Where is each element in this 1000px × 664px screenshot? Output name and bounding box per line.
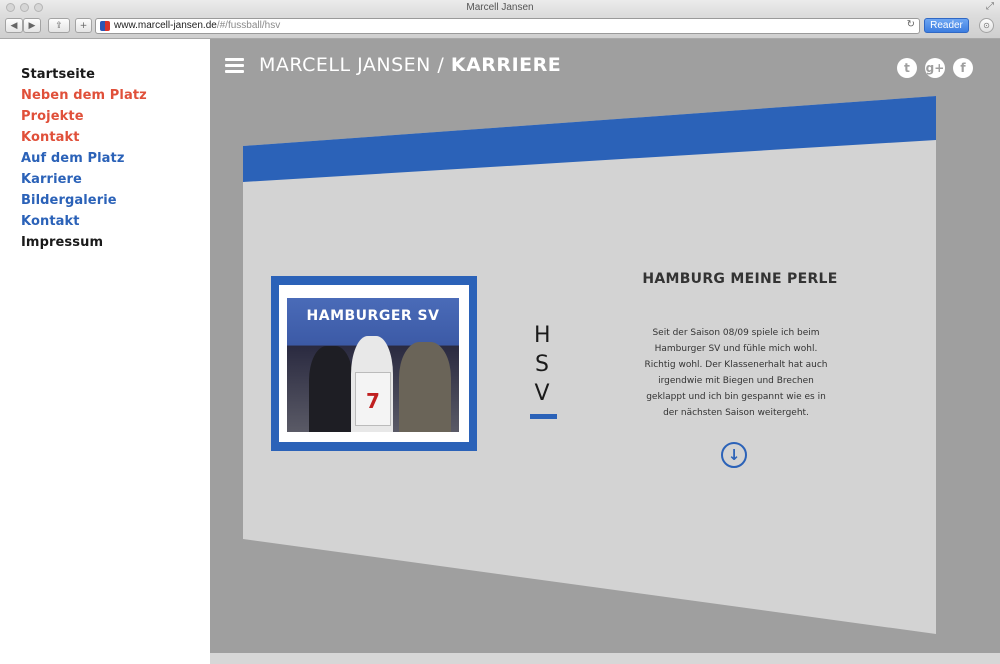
sidebar-item-bildergalerie[interactable]: Bildergalerie — [21, 190, 147, 211]
player-photo: HAMBURGER SV 7 — [287, 298, 459, 432]
sidebar-item-kontakt-sport[interactable]: Kontakt — [21, 211, 147, 232]
forward-arrow-icon: ▶ — [28, 20, 36, 31]
photo-banner-text: HAMBURGER SV — [306, 308, 440, 324]
sidebar-item-karriere[interactable]: Karriere — [21, 169, 147, 190]
photo-person-left — [309, 346, 353, 432]
main-content: MARCELL JANSEN / KARRIERE t g+ f HAMBURG… — [210, 39, 1000, 653]
address-bar[interactable]: www.marcell-jansen.de/#/fussball/hsv ↻ — [95, 18, 920, 34]
sidebar-item-projekte[interactable]: Projekte — [21, 106, 147, 127]
scroll-down-arrow-icon[interactable]: ↓ — [721, 442, 747, 468]
hsv-letter-v: V — [534, 381, 550, 406]
fullscreen-icon[interactable]: ⤢ — [986, 1, 994, 12]
share-icon: ⇪ — [55, 20, 63, 31]
reader-button[interactable]: Reader — [924, 18, 969, 33]
reload-icon[interactable]: ↻ — [907, 19, 915, 30]
sidebar-item-impressum[interactable]: Impressum — [21, 232, 147, 253]
hsv-letter-h: H — [534, 323, 551, 348]
downloads-button[interactable]: ⊙ — [979, 18, 994, 33]
hsv-underline — [530, 414, 557, 419]
hsv-letter-s: S — [535, 352, 549, 377]
browser-toolbar: ◀ ▶ ⇪ + www.marcell-jansen.de/#/fussball… — [0, 16, 1000, 39]
browser-statusbar — [210, 653, 1000, 664]
window-title: Marcell Jansen — [466, 2, 534, 13]
sidebar-item-kontakt-privat[interactable]: Kontakt — [21, 127, 147, 148]
share-button[interactable]: ⇪ — [48, 18, 70, 33]
sidebar-nav: Startseite Neben dem Platz Projekte Kont… — [21, 64, 147, 253]
plus-icon: + — [79, 20, 88, 31]
back-arrow-icon: ◀ — [10, 20, 18, 31]
jersey-number: 7 — [355, 372, 391, 426]
site-favicon-icon — [100, 21, 110, 31]
download-icon: ⊙ — [983, 21, 990, 30]
forward-button[interactable]: ▶ — [23, 18, 41, 33]
url-path: /#/fussball/hsv — [216, 20, 281, 31]
hsv-vertical-label: H S V — [534, 321, 551, 408]
window-titlebar: Marcell Jansen ⤢ — [0, 0, 1000, 16]
back-button[interactable]: ◀ — [5, 18, 23, 33]
url-text: www.marcell-jansen.de/#/fussball/hsv — [114, 20, 280, 31]
sidebar-item-neben-dem-platz[interactable]: Neben dem Platz — [21, 85, 147, 106]
new-tab-button[interactable]: + — [75, 18, 92, 33]
panel-body-text: Seit der Saison 08/09 spiele ich beim Ha… — [644, 328, 828, 418]
panel-heading: HAMBURG MEINE PERLE — [642, 271, 838, 287]
url-domain: www.marcell-jansen.de — [114, 20, 217, 31]
sidebar-item-auf-dem-platz[interactable]: Auf dem Platz — [21, 148, 147, 169]
photo-person-right — [399, 342, 451, 432]
sidebar: Startseite Neben dem Platz Projekte Kont… — [0, 39, 210, 664]
sidebar-item-startseite[interactable]: Startseite — [21, 64, 147, 85]
